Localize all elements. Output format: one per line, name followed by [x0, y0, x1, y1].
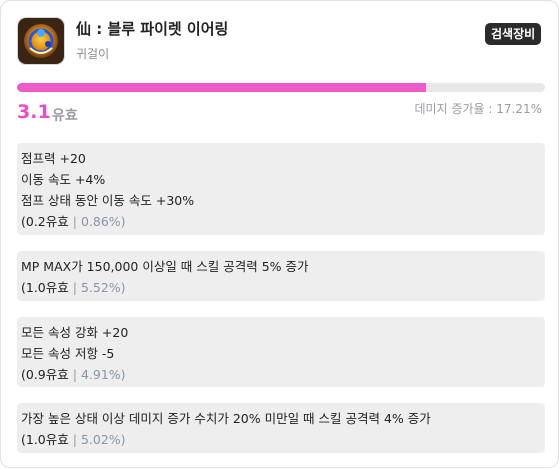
- option-summary: (1.0유효 | 5.02%): [21, 429, 545, 450]
- item-tooltip-card: 仙 : 블루 파이렛 이어링 귀걸이 검색장비 3.1 유효 데미지 증가율 :…: [0, 0, 559, 468]
- item-name: 仙 : 블루 파이렛 이어링: [76, 20, 229, 38]
- option-stat: 가장 높은 상태 이상 데미지 증가 수치가 20% 미만일 때 스킬 공격력 …: [21, 411, 431, 426]
- option-separator: |: [68, 280, 81, 295]
- option-percent: 0.86%): [80, 214, 126, 229]
- blue-earring-icon: [17, 17, 65, 65]
- option-percent: 4.91%): [80, 367, 126, 382]
- damage-increase-rate: 데미지 증가율 : 17.21%: [414, 102, 542, 116]
- option-block: MP MAX가 150,000 이상일 때 스킬 공격력 5% 증가 (1.0유…: [17, 251, 545, 301]
- option-effective: (0.2유효: [21, 214, 69, 229]
- search-equipment-button[interactable]: 검색장비: [485, 23, 542, 45]
- option-block: 모든 속성 강화 +20 모든 속성 저항 -5 (0.9유효 | 4.91%): [17, 317, 545, 387]
- option-percent: 5.52%): [80, 280, 126, 295]
- option-percent: 5.02%): [80, 432, 126, 447]
- option-separator: |: [68, 214, 81, 229]
- option-summary: (0.2유효 | 0.86%): [21, 211, 545, 232]
- option-effective: (1.0유효: [21, 432, 69, 447]
- option-summary: (1.0유효 | 5.52%): [21, 277, 545, 298]
- option-stat: MP MAX가 150,000 이상일 때 스킬 공격력 5% 증가: [21, 259, 309, 274]
- score-value: 3.1: [17, 101, 51, 123]
- option-stat: 점프 상태 동안 이동 속도 +30%: [21, 193, 195, 208]
- option-stat: 이동 속도 +4%: [21, 172, 106, 187]
- option-effective: (1.0유효: [21, 280, 69, 295]
- option-block: 점프력 +20 이동 속도 +4% 점프 상태 동안 이동 속도 +30% (0…: [17, 143, 545, 235]
- option-stat: 모든 속성 강화 +20: [21, 325, 129, 340]
- option-separator: |: [68, 367, 81, 382]
- option-block: 가장 높은 상태 이상 데미지 증가 수치가 20% 미만일 때 스킬 공격력 …: [17, 403, 545, 453]
- option-stat: 점프력 +20: [21, 151, 86, 166]
- score-progress-bar: [17, 83, 545, 92]
- item-type: 귀걸이: [76, 47, 110, 61]
- score-unit: 유효: [52, 108, 78, 124]
- score-progress-fill: [17, 83, 427, 92]
- option-summary: (0.9유효 | 4.91%): [21, 364, 545, 385]
- option-separator: |: [68, 432, 81, 447]
- option-stat: 모든 속성 저항 -5: [21, 346, 115, 361]
- option-effective: (0.9유효: [21, 367, 69, 382]
